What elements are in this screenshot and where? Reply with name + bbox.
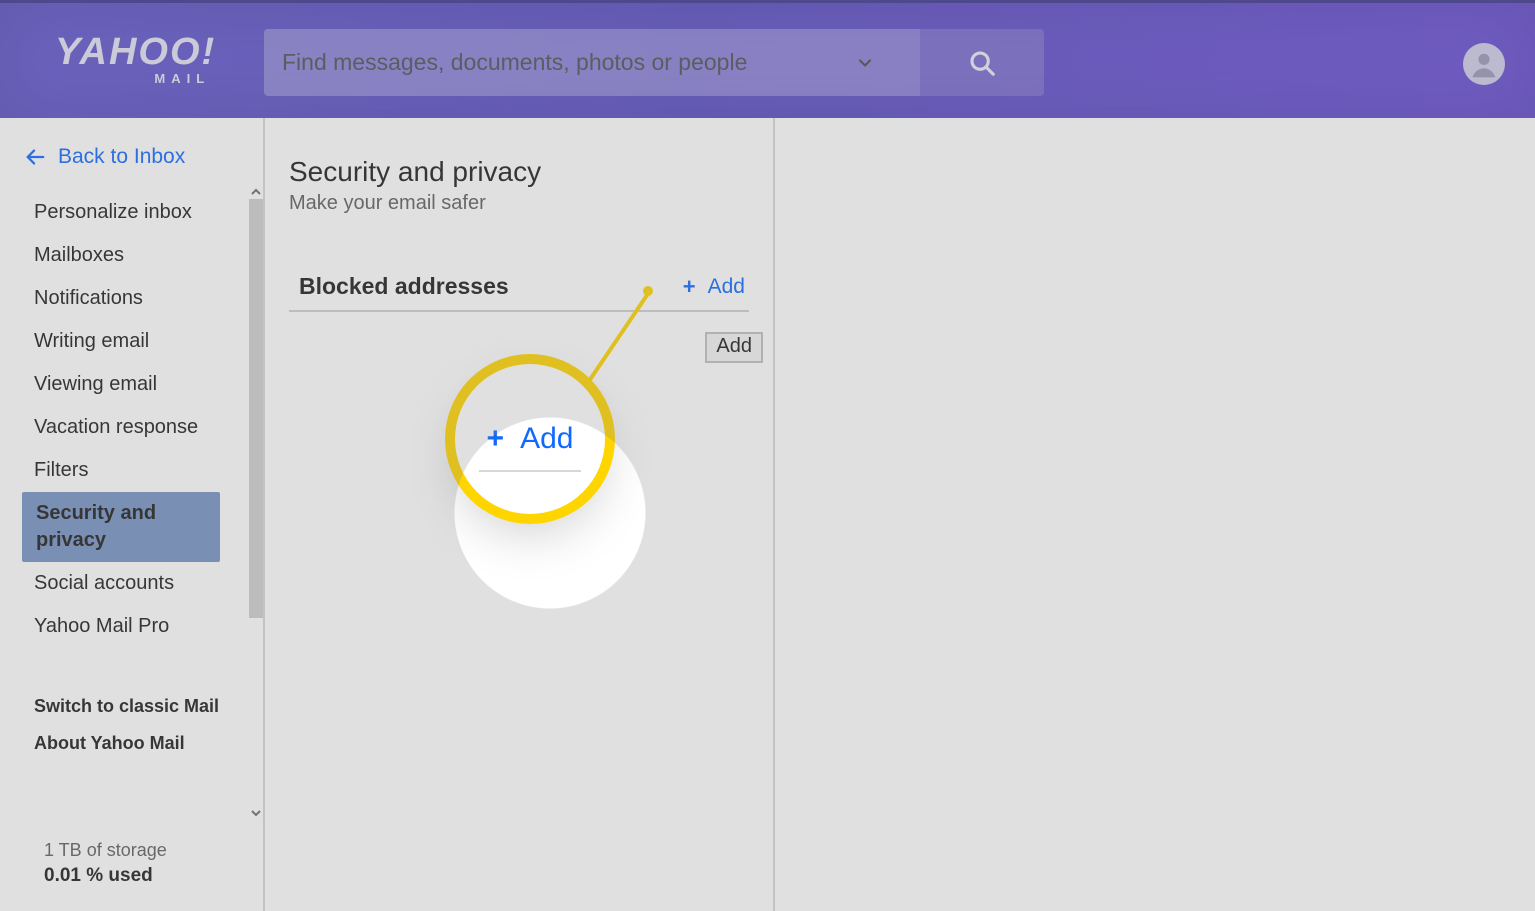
yahoo-mail-logo[interactable]: YAHOO! MAIL [55, 33, 216, 86]
app-body: Back to Inbox Personalize inbox Mailboxe… [0, 118, 1535, 911]
arrow-left-icon [24, 146, 46, 168]
annotation-callout: + Add [455, 364, 605, 514]
sidebar-extra-links: Switch to classic Mail About Yahoo Mail [0, 688, 247, 762]
logo-text-sub: MAIL [55, 71, 216, 86]
plus-icon: + [487, 424, 505, 454]
storage-used-label: 0.01 % used [44, 861, 263, 887]
sidebar-scroll-area: Personalize inbox Mailboxes Notification… [0, 181, 263, 824]
plus-icon: + [683, 276, 696, 298]
scrollbar-up-arrow-icon[interactable] [249, 185, 263, 199]
sidebar-scrollbar[interactable] [249, 185, 263, 820]
annotation-callout-divider [479, 470, 581, 472]
add-tooltip: Add [705, 332, 763, 363]
annotation-callout-label: Add [520, 422, 573, 456]
user-icon [1468, 48, 1500, 80]
logo-text-main: YAHOO! [55, 33, 216, 71]
scrollbar-down-arrow-icon[interactable] [249, 806, 263, 820]
chevron-down-icon [855, 53, 875, 73]
search-button[interactable] [920, 29, 1044, 96]
app-header: YAHOO! MAIL [0, 0, 1535, 118]
panel-subtitle: Make your email safer [289, 192, 749, 215]
scrollbar-track[interactable] [249, 199, 263, 806]
section-title: Blocked addresses [299, 273, 509, 300]
storage-meter: 1 TB of storage 0.01 % used [0, 824, 263, 911]
sidebar-link-about[interactable]: About Yahoo Mail [0, 725, 247, 762]
sidebar-link-switch-classic[interactable]: Switch to classic Mail [0, 688, 247, 725]
sidebar-item-social-accounts[interactable]: Social accounts [0, 562, 247, 605]
sidebar-item-notifications[interactable]: Notifications [0, 277, 247, 320]
panel-title: Security and privacy [289, 156, 749, 188]
blocked-addresses-section: Blocked addresses + Add [289, 273, 749, 312]
scrollbar-thumb[interactable] [249, 199, 263, 618]
sidebar-item-writing-email[interactable]: Writing email [0, 320, 247, 363]
sidebar-item-personalize-inbox[interactable]: Personalize inbox [0, 191, 247, 234]
storage-total-label: 1 TB of storage [44, 840, 263, 861]
sidebar-item-security-and-privacy[interactable]: Security and privacy [22, 492, 220, 562]
main-area: Security and privacy Make your email saf… [263, 118, 1535, 911]
add-blocked-address-link[interactable]: + Add [683, 275, 749, 299]
sidebar-item-yahoo-mail-pro[interactable]: Yahoo Mail Pro [0, 605, 247, 648]
sidebar-item-viewing-email[interactable]: Viewing email [0, 363, 247, 406]
back-to-inbox-label: Back to Inbox [58, 145, 185, 169]
search-input[interactable] [264, 29, 920, 96]
section-header: Blocked addresses + Add [289, 273, 749, 312]
search-bar [264, 29, 1044, 96]
back-to-inbox-link[interactable]: Back to Inbox [24, 145, 185, 169]
search-dropdown-button[interactable] [840, 29, 890, 96]
profile-avatar[interactable] [1463, 43, 1505, 85]
search-icon [967, 48, 997, 78]
sidebar-item-mailboxes[interactable]: Mailboxes [0, 234, 247, 277]
empty-right-pane [775, 118, 1535, 911]
sidebar-item-vacation-response[interactable]: Vacation response [0, 406, 247, 449]
sidebar-item-filters[interactable]: Filters [0, 449, 247, 492]
settings-sidebar: Back to Inbox Personalize inbox Mailboxe… [0, 118, 263, 911]
settings-panel: Security and privacy Make your email saf… [263, 118, 775, 911]
add-link-label: Add [708, 275, 745, 299]
